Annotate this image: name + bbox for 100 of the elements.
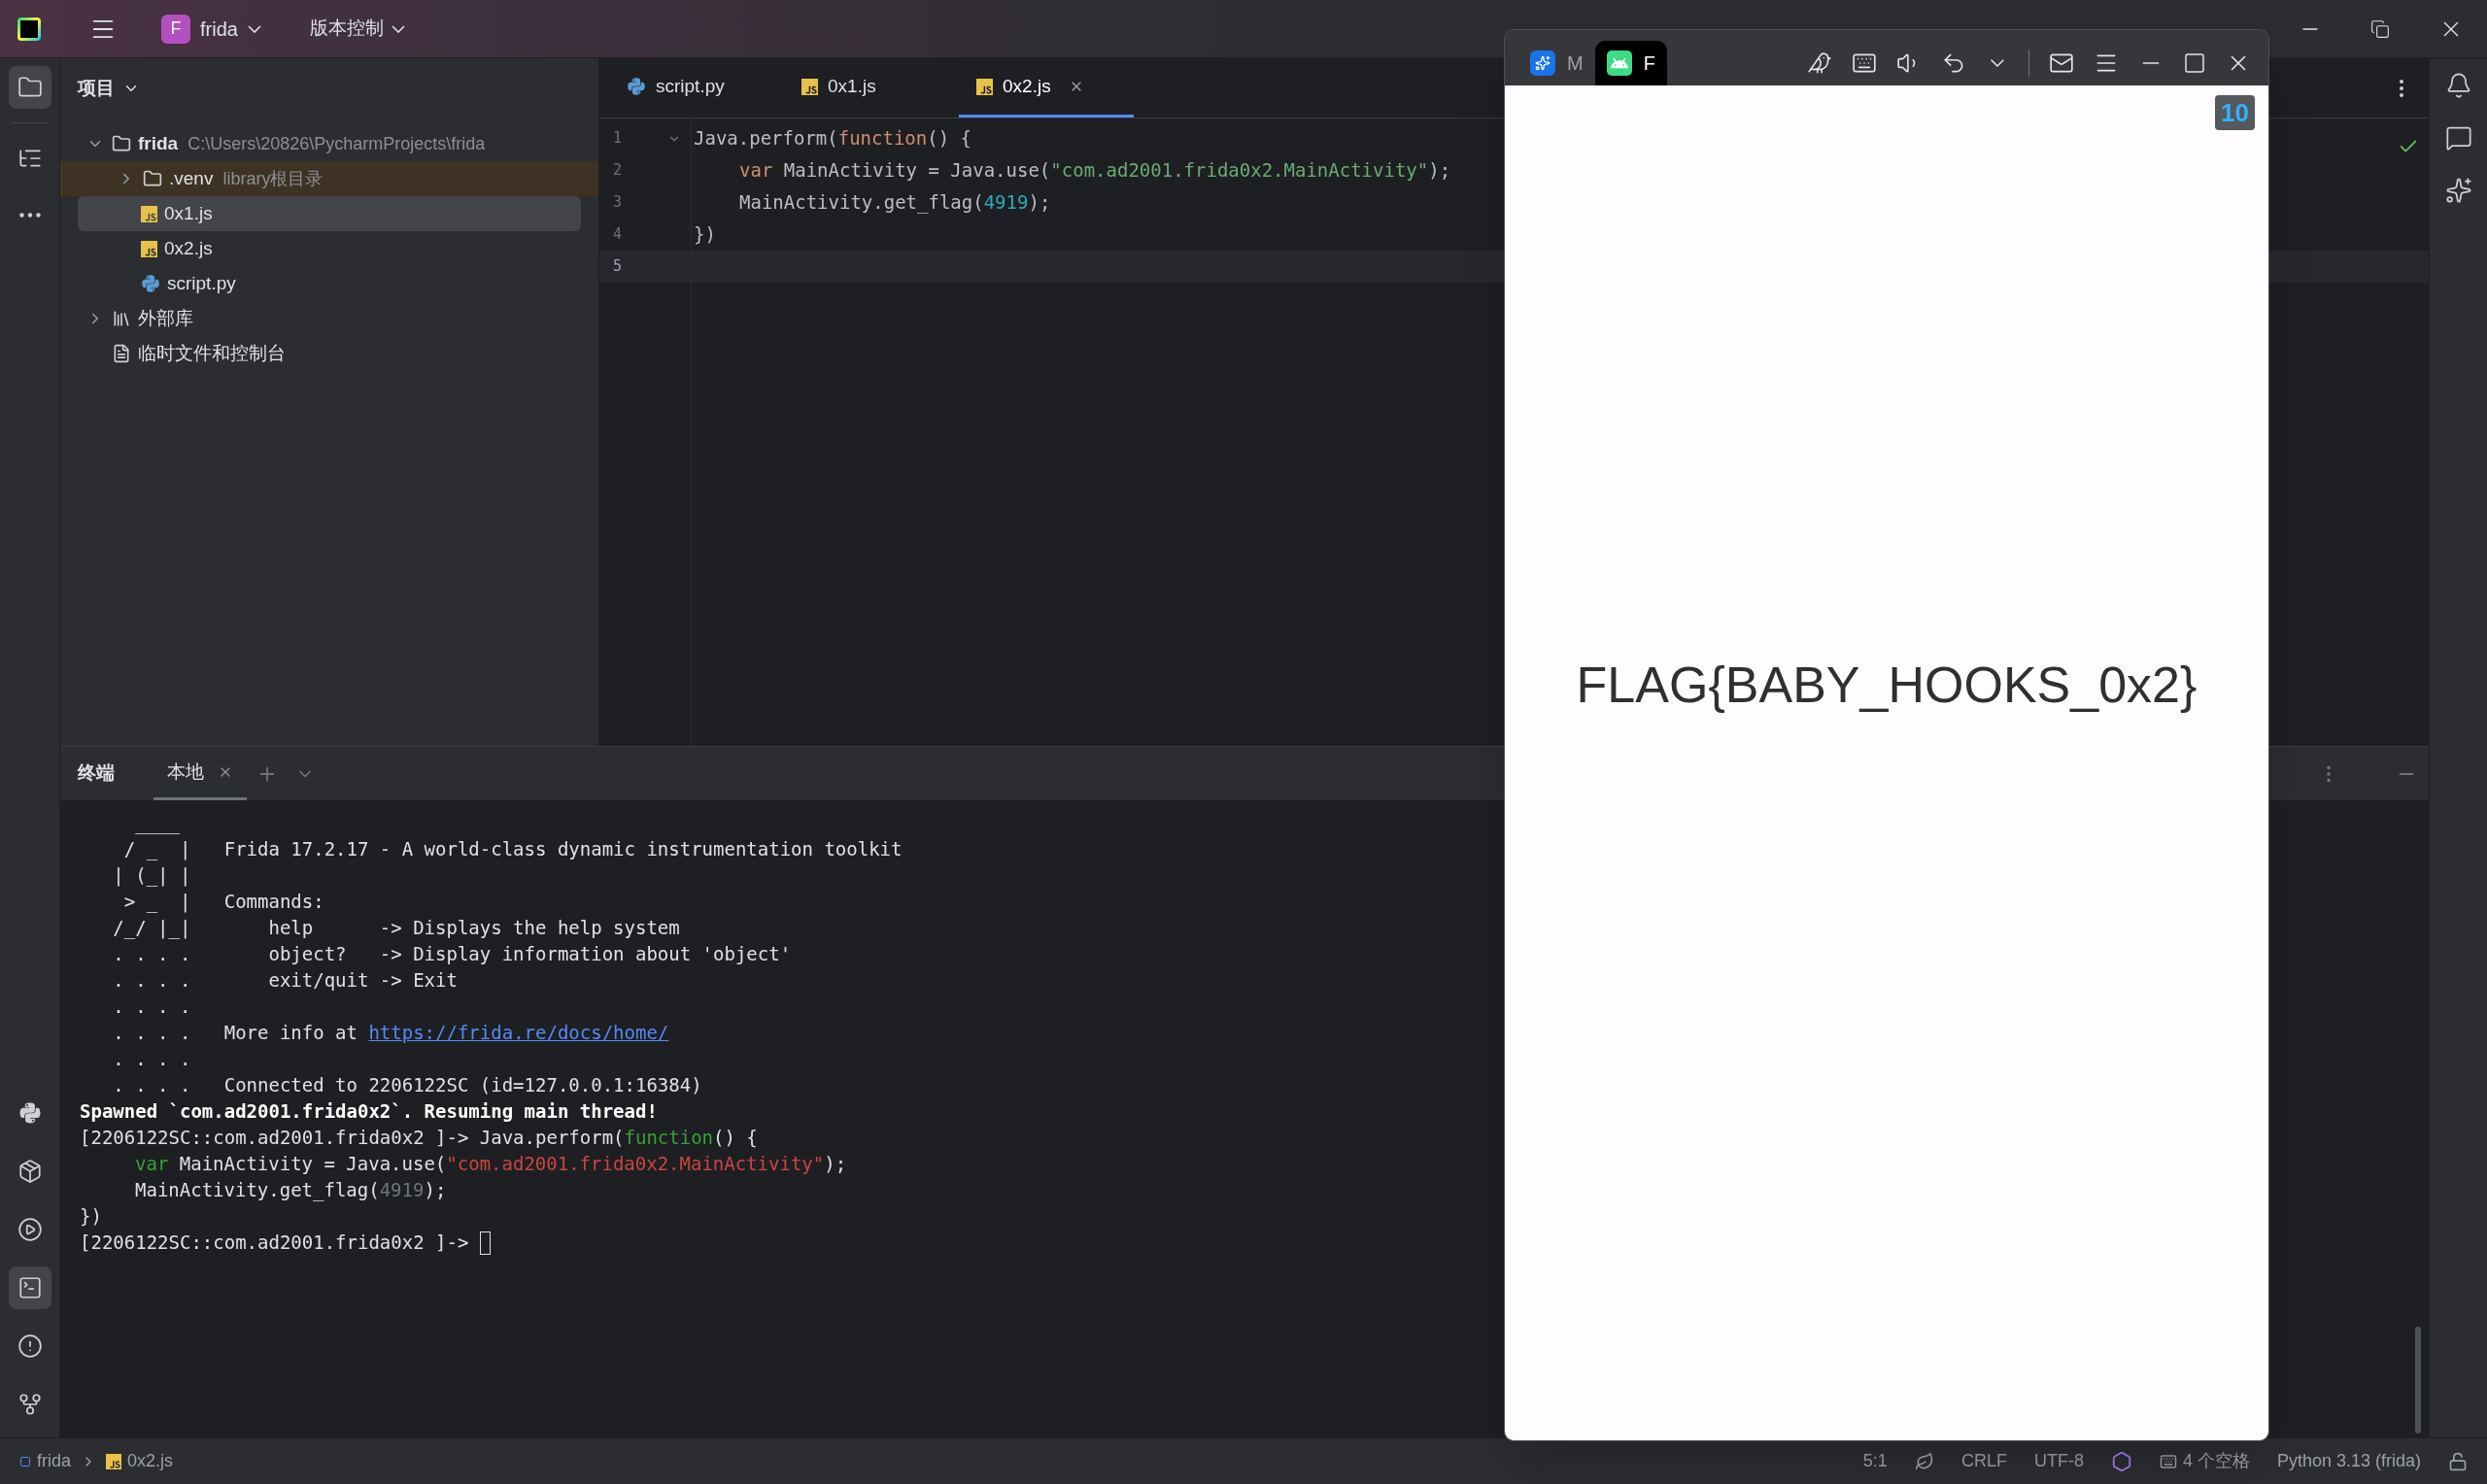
python-interpreter[interactable]: Python 3.13 (frida) (2276, 1448, 2421, 1474)
line-number: 4 (613, 224, 623, 246)
tree-item[interactable]: 0x1.js (78, 196, 581, 231)
link[interactable]: https://frida.re/docs/home/ (368, 1019, 669, 1047)
project-badge: F (161, 14, 190, 44)
terminal-line: . . . . object? -> Display information about 'object' (112, 942, 792, 966)
tree-item-hint: C:\Users\20826\PycharmProjects\frida (187, 132, 486, 155)
caret-position[interactable]: 5:1 (1862, 1448, 1888, 1474)
terminal-tab[interactable]: 本地 (153, 747, 247, 800)
scratch-file-icon (112, 344, 131, 363)
ai-assistant-icon[interactable] (2444, 177, 2472, 204)
terminal-line: / _ | Frida 17.2.17 - A world-class dynamic instrumentation toolkit (122, 837, 903, 862)
breadcrumb[interactable]: frida (19, 1448, 71, 1474)
library-icon (112, 309, 131, 328)
tree-item[interactable]: 临时文件和控制台 (60, 336, 598, 371)
line-number: 1 (613, 128, 623, 150)
terminal-line: }) (80, 1204, 102, 1229)
terminal-line: var MainActivity = Java.use("com.ad2001.frida0x2.MainActivity"); (134, 1152, 847, 1176)
javascript-file-icon (976, 78, 993, 95)
tree-item-label: frida (138, 131, 179, 155)
project-name: frida (200, 17, 238, 42)
tree-item[interactable]: .venv library根目录 (60, 161, 598, 196)
tree-item[interactable]: 0x2.js (60, 231, 598, 266)
tool-window-button[interactable] (8, 1266, 51, 1309)
terminal-line: . . . . Connected to 2206122SC (id=127.0.0.1:16384) (112, 1073, 702, 1097)
indent-setting[interactable]: 4 个空格 (2159, 1448, 2250, 1474)
terminal-line: . . . . (112, 1047, 191, 1071)
code-line: var MainActivity = Java.use("com.ad2001.frida0x2.MainActivity"); (738, 158, 1451, 183)
tree-item[interactable]: 外部库 (60, 301, 598, 336)
terminal-line: Spawned `com.ad2001.frida0x2`. Resuming main thread! (80, 1099, 658, 1124)
flag-text: FLAG{BABY_HOOKS_0x2} (1576, 656, 2197, 715)
tree-item-label: 临时文件和控制台 (138, 341, 286, 365)
tree-item-hint: library根目录 (222, 167, 324, 190)
chevron-down-icon (247, 24, 261, 33)
folder-icon (143, 169, 162, 188)
emulator-tab[interactable]: F (1594, 41, 1667, 85)
lock-icon[interactable] (2448, 1451, 2468, 1471)
terminal-line: /_/ |_| help -> Displays the help system (112, 916, 680, 941)
file-encoding[interactable]: UTF-8 (2033, 1448, 2084, 1474)
panel-title: 终端 (78, 761, 115, 786)
app-icon (1530, 51, 1555, 76)
terminal-line: MainActivity.get_flag(4919); (134, 1178, 447, 1203)
more-icon (18, 212, 41, 218)
chat-icon[interactable] (2444, 124, 2472, 152)
terminal-icon (17, 1275, 43, 1300)
project-selector[interactable]: F frida (161, 14, 261, 44)
chevron-down-icon (391, 24, 405, 33)
tree-item-label: 0x2.js (164, 236, 213, 260)
javascript-file-icon (141, 240, 157, 257)
tree-item-label: script.py (167, 271, 236, 295)
terminal-line: . . . . exit/quit -> Exit (112, 968, 458, 993)
tree-item[interactable]: script.py (60, 266, 598, 301)
module-icon (19, 1455, 31, 1467)
line-number: 3 (613, 192, 623, 214)
vcs-menu[interactable]: 版本控制 (309, 15, 405, 43)
scrollbar[interactable] (2415, 1327, 2421, 1433)
code-line: }) (693, 222, 716, 247)
python-file-icon (627, 77, 646, 96)
javascript-file-icon (801, 78, 818, 95)
terminal-line: ____ (134, 811, 180, 836)
app-logo-icon (17, 17, 41, 41)
editor-tab[interactable]: 0x2.js (959, 58, 1134, 118)
terminal-line: > _ | Commands: (122, 890, 324, 915)
tree-item[interactable]: frida C:\Users\20826\PycharmProjects\frida (60, 126, 598, 161)
line-separator[interactable]: CRLF (1960, 1448, 2007, 1474)
terminal-line: | (_| | (112, 863, 191, 889)
project-view-selector[interactable]: 项目 (78, 74, 140, 103)
git-branch-icon (17, 1392, 43, 1417)
line-number: 2 (613, 160, 623, 182)
code-line: MainActivity.get_flag(4919); (738, 190, 1051, 216)
bird-icon[interactable] (1807, 51, 1832, 76)
indent-icon (2159, 1452, 2177, 1470)
javascript-file-icon (106, 1453, 121, 1469)
folder-icon (112, 134, 131, 153)
maximize-icon[interactable] (2183, 51, 2206, 75)
terminal-line: [2206122SC::com.ad2001.frida0x2 ]-> Java.perform(function() { (80, 1126, 758, 1150)
fps-badge: 10 (2215, 95, 2255, 130)
emulator-tab[interactable]: M (1518, 41, 1595, 85)
plugin-icon[interactable] (2110, 1450, 2132, 1472)
terminal-text: [2206122SC::com.ad2001.frida0x2 ]-> (80, 1231, 470, 1256)
tree-item-label: 0x1.js (164, 201, 213, 225)
javascript-file-icon (141, 205, 157, 222)
editor-tab[interactable]: 0x1.js (784, 58, 959, 118)
folder-icon (17, 75, 43, 100)
run-icon (17, 1217, 43, 1242)
package-icon (17, 1159, 43, 1184)
editor-tab[interactable]: script.py (609, 58, 784, 118)
python-file-icon (141, 274, 160, 293)
warning-icon (17, 1333, 43, 1359)
line-number: 5 (613, 256, 623, 278)
python-icon (17, 1101, 42, 1125)
code-line: Java.perform(function() { (693, 126, 971, 151)
tool-window-button[interactable] (8, 66, 51, 109)
tree-item-label: .venv (169, 166, 214, 190)
leaf-icon[interactable] (1914, 1451, 1934, 1471)
restore-icon[interactable] (2370, 18, 2390, 39)
terminal-text: . . . . More info at (112, 1021, 358, 1046)
android-app-icon (1606, 51, 1632, 76)
breadcrumb[interactable]: 0x2.js (106, 1448, 174, 1474)
tree-item-label: 外部库 (138, 306, 193, 330)
